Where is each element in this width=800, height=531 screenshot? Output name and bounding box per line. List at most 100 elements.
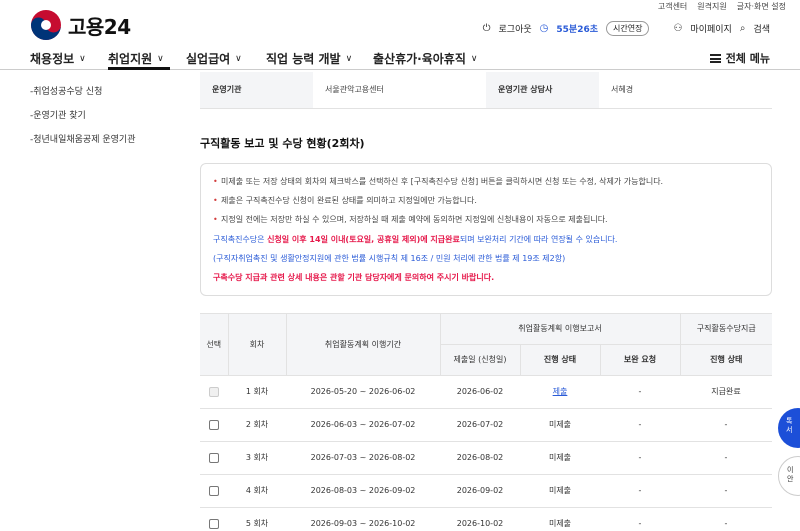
power-icon: ⏻ — [482, 23, 491, 34]
mypage-link[interactable]: 마이페이지 — [690, 22, 731, 35]
col-supplement: 보완 요청 — [599, 343, 681, 376]
row-period: 2026-09-03 ~ 2026-10-02 — [286, 507, 440, 531]
notice-bullet: 미제출 또는 저장 상태의 회차의 체크박스를 선택하신 후 [구직촉진수당 신… — [213, 172, 759, 191]
gnb-label: 채용정보 — [30, 52, 75, 66]
counselor-label: 운영기관 상담사 — [486, 72, 599, 108]
gnb-label: 실업급여 — [186, 52, 231, 66]
util-remote-support[interactable]: 원격지원 — [697, 1, 726, 12]
table-row: 4 회차 2026-08-03 ~ 2026-09-02 2026-09-02 … — [200, 474, 772, 508]
row-date: 2026-10-02 — [440, 507, 520, 531]
row-status-link[interactable]: 제출 — [553, 387, 568, 396]
table-row: 2 회차 2026-06-03 ~ 2026-07-02 2026-07-02 … — [200, 408, 772, 442]
report-table: 선택 회차 취업활동계획 이행기간 취업활동계획 이행보고서 구직활동수당지급 … — [200, 312, 772, 531]
notice-bullet: 제출은 구직촉진수당 신청이 완료된 상태를 의미하고 지정일에만 가능합니다. — [213, 191, 759, 210]
row-round: 1 회차 — [228, 375, 286, 409]
payment-notice-post: 되며 보완처리 기간에 따라 연장될 수 있습니다. — [459, 234, 618, 244]
row-supplement: - — [600, 474, 680, 508]
table-row: 1 회차 2026-05-20 ~ 2026-06-02 2026-06-02 … — [200, 375, 772, 409]
gnb-active-indicator — [108, 67, 170, 70]
row-checkbox[interactable] — [209, 485, 219, 496]
row-supplement: - — [600, 375, 680, 409]
chevron-down-icon: ∨ — [157, 53, 164, 64]
sidebar-item-youth-agency[interactable]: -청년내일채움공제 운영기관 — [30, 132, 190, 145]
col-progress: 진행 상태 — [519, 343, 601, 376]
row-checkbox[interactable] — [209, 518, 219, 529]
chevron-down-icon: ∨ — [235, 53, 242, 64]
row-supplement: - — [600, 507, 680, 531]
notice-box: 미제출 또는 저장 상태의 회차의 체크박스를 선택하신 후 [구직촉진수당 신… — [200, 162, 772, 296]
col-period: 취업활동계획 이행기간 — [285, 312, 441, 376]
floating-chat-button[interactable]: 톡 서 — [778, 408, 800, 448]
all-menu-button[interactable]: 전체 메뉴 — [709, 50, 770, 66]
contact-notice: 구촉수당 지급과 관련 상세 내용은 관할 기관 담당자에게 문의하여 주시기 … — [213, 272, 495, 282]
col-select: 선택 — [200, 312, 229, 376]
col-allowance-group: 구직활동수당지급 — [679, 312, 772, 345]
row-round: 2 회차 — [228, 408, 286, 442]
section-title: 구직활동 보고 및 수당 현황(2회차) — [200, 136, 365, 150]
row-period: 2026-07-03 ~ 2026-08-02 — [286, 441, 440, 475]
row-round: 3 회차 — [228, 441, 286, 475]
chevron-down-icon: ∨ — [345, 53, 353, 64]
col-allowance-status: 진행 상태 — [679, 343, 772, 376]
gnb-label: 취업지원 — [108, 52, 153, 66]
util-customer-center[interactable]: 고객센터 — [658, 1, 687, 12]
global-nav: 채용정보 ∨ 취업지원 ∨ 실업급여 ∨ 직업 능력 개발 ∨ 출산휴가·육아휴직 ∨ 전… — [0, 44, 800, 70]
row-date: 2026-09-02 — [440, 474, 520, 508]
gnb-employment-support[interactable]: 취업지원 ∨ — [108, 50, 164, 67]
row-status: 미제출 — [520, 474, 600, 508]
col-submit-date: 제출일 (신청일) — [439, 343, 521, 376]
row-status: 미제출 — [520, 441, 600, 475]
row-round: 4 회차 — [228, 474, 286, 508]
notice-bullet: 지정일 전에는 저장만 하실 수 있으며, 저장하실 때 제출 예약에 동의하면… — [213, 210, 759, 229]
gnb-job-info[interactable]: 채용정보 ∨ — [30, 50, 86, 67]
row-status: 미제출 — [520, 507, 600, 531]
agency-value: 서울관악고용센터 — [325, 85, 384, 95]
agency-label: 운영기관 — [200, 72, 313, 108]
payment-notice-pre: 구직촉진수당은 — [213, 234, 268, 244]
hamburger-icon — [709, 53, 721, 63]
row-date: 2026-08-02 — [440, 441, 520, 475]
row-pay: 지급완료 — [680, 375, 772, 409]
row-pay: - — [680, 441, 772, 475]
sidebar-item-find-agency[interactable]: -운영기관 찾기 — [30, 108, 190, 121]
search-icon: ⌕ — [739, 23, 746, 34]
clock-icon: ◷ — [539, 23, 549, 34]
extend-session-button[interactable]: 시간연장 — [606, 21, 650, 36]
util-display-settings[interactable]: 글자·화면 설정 — [737, 1, 786, 12]
taegeuk-logo-icon — [31, 10, 61, 40]
payment-deadline: 신청일 이후 14일 이내(토요일, 공휴일 제외)에 지급완료 — [267, 234, 460, 244]
row-pay: - — [680, 408, 772, 442]
gnb-job-skills[interactable]: 직업 능력 개발 ∨ — [266, 50, 352, 67]
sidebar-item-success-allowance[interactable]: -취업성공수당 신청 — [30, 84, 190, 97]
col-round: 회차 — [227, 312, 287, 376]
row-period: 2026-08-03 ~ 2026-09-02 — [286, 474, 440, 508]
row-checkbox[interactable] — [209, 386, 219, 397]
gnb-maternity-leave[interactable]: 출산휴가·육아휴직 ∨ — [373, 50, 477, 67]
row-date: 2026-06-02 — [440, 375, 520, 409]
brand-name: 고용24 — [68, 14, 131, 39]
row-pay: - — [680, 507, 772, 531]
chevron-down-icon: ∨ — [470, 53, 478, 64]
site-logo[interactable]: 고용24 — [30, 9, 131, 41]
row-round: 5 회차 — [228, 507, 286, 531]
row-period: 2026-06-03 ~ 2026-07-02 — [286, 408, 440, 442]
sidebar: -취업성공수당 신청 -운영기관 찾기 -청년내일채움공제 운영기관 — [30, 72, 190, 145]
row-checkbox[interactable] — [209, 452, 219, 463]
user-icon: ⚇ — [673, 23, 683, 34]
session-timer: 55분26초 — [556, 25, 598, 35]
gnb-unemployment-benefit[interactable]: 실업급여 ∨ — [186, 50, 242, 67]
row-pay: - — [680, 474, 772, 508]
row-period: 2026-05-20 ~ 2026-06-02 — [286, 375, 440, 409]
search-link[interactable]: 검색 — [753, 22, 770, 35]
payment-notice: 구직촉진수당은 신청일 이후 14일 이내(토요일, 공휴일 제외)에 지급완료… — [213, 230, 759, 249]
counselor-value: 서혜경 — [611, 85, 634, 95]
row-supplement: - — [600, 441, 680, 475]
user-bar: ⏻ 로그아웃 ◷ 55분26초 시간연장 ⚇ 마이페이지 ⌕ 검색 — [483, 21, 770, 36]
col-report-group: 취업활동계획 이행보고서 — [439, 312, 681, 345]
row-date: 2026-07-02 — [440, 408, 520, 442]
floating-secondary-button[interactable]: 이 안 — [778, 456, 800, 496]
row-checkbox[interactable] — [209, 419, 219, 430]
gnb-label: 출산휴가·육아휴직 — [373, 52, 466, 66]
chevron-down-icon: ∨ — [79, 53, 86, 64]
logout-link[interactable]: 로그아웃 — [499, 22, 532, 35]
